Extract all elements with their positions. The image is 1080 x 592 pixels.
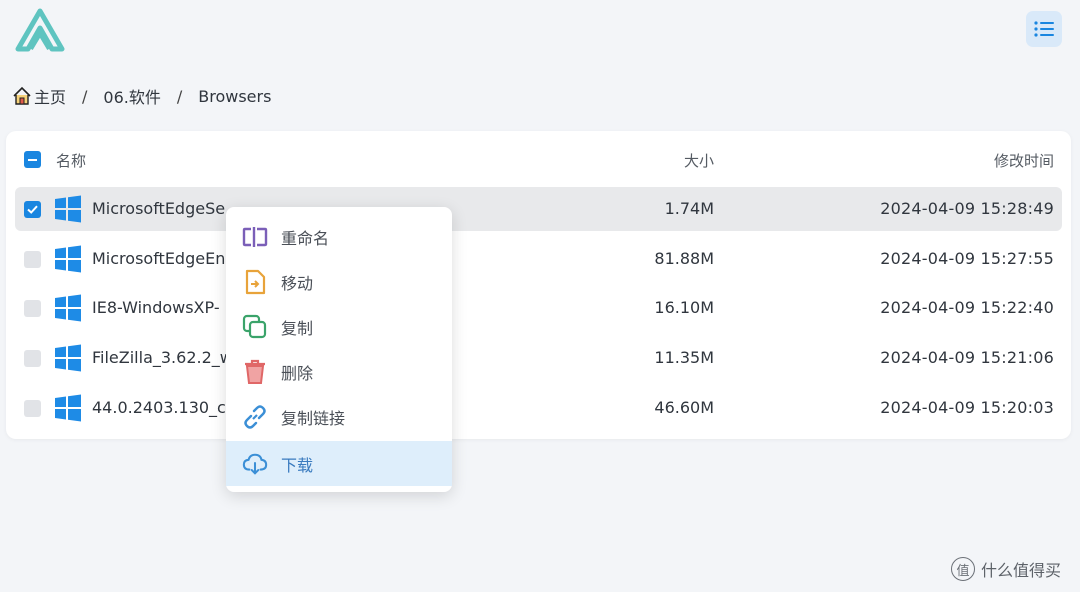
rename-icon: [242, 224, 268, 250]
menu-item-download[interactable]: 下载: [226, 441, 452, 486]
table-row[interactable]: IE8-WindowsXP- 16.10M 2024-04-09 15:22:4…: [15, 286, 1062, 330]
table-row[interactable]: 44.0.2403.130_ch 46.60M 2024-04-09 15:20…: [15, 386, 1062, 430]
windows-file-icon: [55, 344, 81, 372]
menu-item-label: 重命名: [281, 228, 330, 248]
row-checkbox[interactable]: [24, 300, 41, 317]
file-list-panel: 名称 大小 修改时间 MicrosoftEdgeSe 1.74M 2024-04…: [6, 131, 1071, 439]
breadcrumb-home-label: 主页: [34, 88, 67, 107]
column-header-size[interactable]: 大小: [684, 150, 714, 171]
list-view-icon: [1034, 21, 1054, 37]
table-row[interactable]: MicrosoftEdgeEn 81.88M 2024-04-09 15:27:…: [15, 237, 1062, 281]
breadcrumb: 主页 / 06.软件 / Browsers: [12, 84, 271, 108]
file-size: 1.74M: [664, 199, 714, 218]
row-checkbox[interactable]: [24, 400, 41, 417]
windows-file-icon: [55, 195, 81, 223]
file-size: 16.10M: [654, 298, 714, 317]
table-header: 名称 大小 修改时间: [6, 131, 1071, 187]
row-checkbox[interactable]: [24, 350, 41, 367]
column-header-name[interactable]: 名称: [56, 150, 86, 171]
file-modified-time: 2024-04-09 15:28:49: [880, 199, 1054, 218]
column-header-modified[interactable]: 修改时间: [994, 150, 1054, 171]
menu-item-label: 删除: [281, 363, 314, 383]
menu-item-label: 复制: [281, 318, 314, 338]
list-view-toggle-button[interactable]: [1026, 11, 1062, 47]
breadcrumb-separator: /: [82, 86, 88, 106]
breadcrumb-folder[interactable]: 06.软件: [103, 84, 160, 108]
copy-icon: [242, 314, 268, 340]
move-icon: [242, 269, 268, 295]
row-checkbox[interactable]: [24, 201, 41, 218]
windows-file-icon: [55, 245, 81, 273]
file-name[interactable]: MicrosoftEdgeEn: [92, 249, 225, 268]
file-size: 46.60M: [654, 398, 714, 417]
file-name[interactable]: MicrosoftEdgeSe: [92, 199, 225, 218]
menu-item-label: 移动: [281, 273, 314, 293]
file-size: 81.88M: [654, 249, 714, 268]
breadcrumb-current: Browsers: [198, 86, 272, 106]
windows-file-icon: [55, 394, 81, 422]
file-modified-time: 2024-04-09 15:22:40: [880, 298, 1054, 317]
windows-file-icon: [55, 294, 81, 322]
table-row[interactable]: MicrosoftEdgeSe 1.74M 2024-04-09 15:28:4…: [15, 187, 1062, 231]
select-all-checkbox[interactable]: [24, 151, 41, 168]
menu-item-copy[interactable]: 复制: [226, 304, 452, 349]
watermark: 值 什么值得买: [951, 557, 1061, 581]
watermark-logo-icon: 值: [951, 557, 975, 581]
menu-item-label: 下载: [281, 455, 314, 475]
link-icon: [242, 404, 268, 430]
file-size: 11.35M: [654, 348, 714, 367]
app-logo-icon[interactable]: [14, 8, 66, 54]
menu-item-delete[interactable]: 删除: [226, 349, 452, 394]
home-icon: [13, 86, 31, 105]
file-modified-time: 2024-04-09 15:21:06: [880, 348, 1054, 367]
menu-item-copy-link[interactable]: 复制链接: [226, 394, 452, 439]
menu-item-rename[interactable]: 重命名: [226, 214, 452, 259]
file-modified-time: 2024-04-09 15:27:55: [880, 249, 1054, 268]
menu-item-move[interactable]: 移动: [226, 259, 452, 304]
file-name[interactable]: 44.0.2403.130_ch: [92, 398, 236, 417]
row-checkbox[interactable]: [24, 251, 41, 268]
delete-icon: [242, 359, 268, 385]
context-menu: 重命名 移动 复制 删除 复制链接 下载: [226, 207, 452, 492]
watermark-text: 什么值得买: [981, 561, 1062, 580]
table-row[interactable]: FileZilla_3.62.2_w 11.35M 2024-04-09 15:…: [15, 336, 1062, 380]
file-name[interactable]: IE8-WindowsXP-: [92, 298, 220, 317]
menu-item-label: 复制链接: [281, 408, 346, 428]
breadcrumb-separator: /: [176, 86, 183, 106]
breadcrumb-home[interactable]: 主页: [12, 84, 66, 108]
file-name[interactable]: FileZilla_3.62.2_w: [92, 348, 233, 367]
download-icon: [242, 451, 268, 477]
file-modified-time: 2024-04-09 15:20:03: [880, 398, 1054, 417]
